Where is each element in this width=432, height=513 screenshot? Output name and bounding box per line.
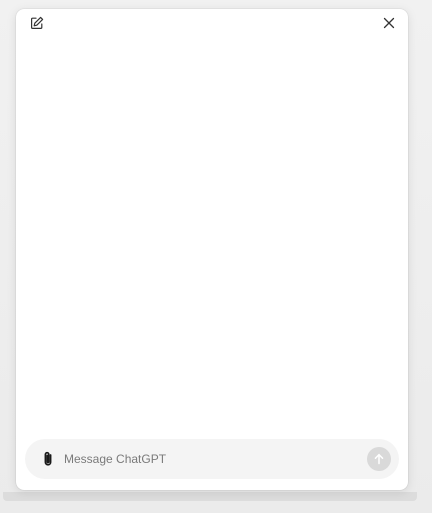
chat-panel (16, 9, 408, 490)
compose-icon (31, 16, 44, 29)
message-composer (25, 439, 399, 479)
message-input[interactable] (64, 444, 367, 474)
close-button[interactable] (380, 14, 398, 32)
paperclip-icon (44, 451, 52, 466)
attach-button[interactable] (37, 448, 59, 470)
backdrop-bottom-bar (3, 492, 417, 501)
new-chat-button[interactable] (28, 14, 46, 32)
close-icon (383, 17, 395, 29)
send-button[interactable] (367, 447, 391, 471)
arrow-up-icon (374, 453, 384, 465)
conversation-area (16, 39, 408, 435)
